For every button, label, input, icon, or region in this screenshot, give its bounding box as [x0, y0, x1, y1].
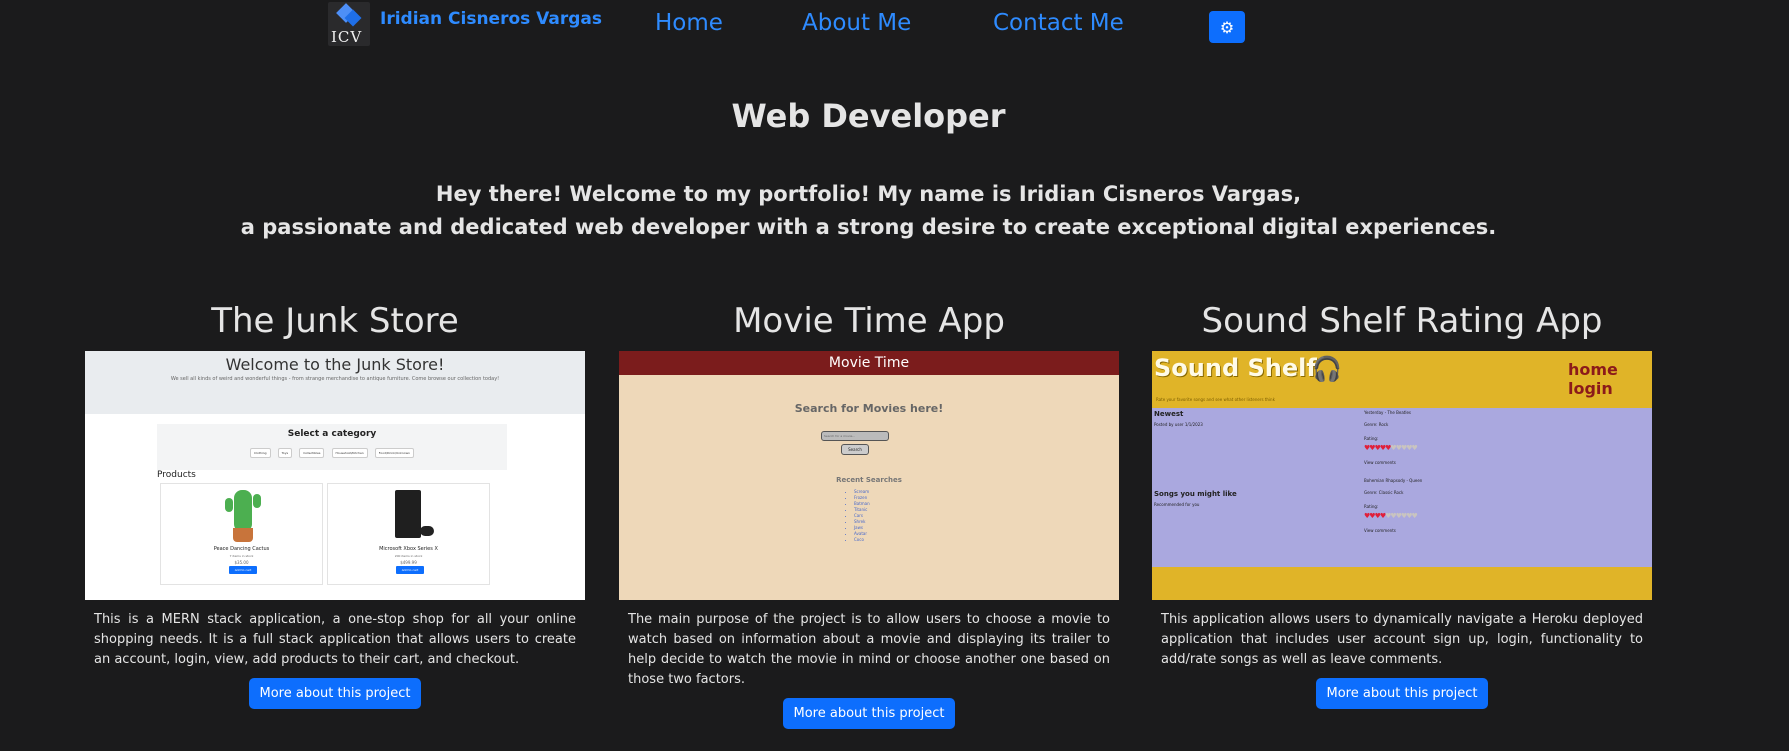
screenshot-top-text: Rate your favorite songs and see what ot…	[1156, 397, 1275, 402]
intro-line-1: Hey there! Welcome to my portfolio! My n…	[435, 182, 1302, 206]
add-to-cart-button: Add to cart	[396, 566, 424, 574]
screenshot-left-heading: Songs you might like	[1154, 490, 1237, 498]
page-title: Web Developer	[731, 97, 1006, 135]
product-stock: 200 items in stock	[394, 554, 423, 558]
song-comments-link: View comments	[1364, 528, 1396, 533]
project-title: The Junk Store	[211, 301, 459, 341]
screenshot-subheading: We sell all kinds of weird and wonderful…	[170, 376, 500, 382]
cactus-image-arm	[253, 494, 261, 508]
cactus-image	[225, 498, 233, 512]
screenshot-search-input: Search for a movie...	[821, 431, 889, 441]
screenshot-left-heading: Newest	[1154, 410, 1184, 418]
screenshot-search-title: Search for Movies here!	[794, 402, 944, 415]
screenshot-left-line: Recommended for you	[1154, 502, 1200, 507]
product-name: Peace Dancing Cactus	[213, 546, 270, 552]
xbox-image	[395, 490, 421, 538]
controller-image	[420, 526, 434, 536]
category-panel: Select a category Clothing Toys Collecti…	[157, 424, 507, 470]
category-chip: Collectibles	[299, 448, 325, 458]
screenshot-logo: Sound Shelf	[1154, 354, 1317, 382]
product-name: Microsoft Xbox Series X	[379, 546, 438, 552]
nav-link-home[interactable]: Home	[655, 10, 723, 36]
more-about-project-button[interactable]: More about this project	[782, 698, 956, 729]
screenshot-left-line: Posted by user 1/1/2023	[1154, 422, 1203, 427]
cactus-pot	[233, 528, 253, 542]
product-price: $35.00	[234, 560, 249, 565]
headphones-icon: 🎧	[1312, 355, 1342, 383]
nav-link-about-me[interactable]: About Me	[802, 10, 911, 36]
category-chip: Household/Kitchen	[331, 448, 368, 458]
theme-toggle-button[interactable]: ⚙	[1209, 11, 1245, 43]
song-title: Yesterday - The Beatles	[1364, 410, 1411, 415]
rating-hearts-icon: ♥♥♥♥♥♥♥♥♥♥	[1364, 444, 1418, 452]
intro-text: Hey there! Welcome to my portfolio! My n…	[0, 178, 1737, 244]
song-rating-label: Rating:	[1364, 436, 1379, 441]
list-item: Coco	[854, 537, 870, 543]
project-description: The main purpose of the project is to al…	[628, 612, 1110, 687]
screenshot-recent-list: Scream Frozen Batman Titanic Cars Shrek …	[854, 489, 870, 543]
project-screenshot[interactable]: Movie Time Search for Movies here! Searc…	[619, 351, 1119, 600]
nav-link-contact-me[interactable]: Contact Me	[993, 10, 1124, 36]
song-comments-link: View comments	[1364, 460, 1396, 465]
project-description: This application allows users to dynamic…	[1161, 612, 1643, 667]
screenshot-nav: home login	[1568, 360, 1618, 398]
category-chip: Toys	[277, 448, 293, 458]
song-genre: Genre: Rock	[1364, 422, 1389, 427]
products-label: Products	[157, 470, 196, 480]
rating-hearts-icon: ♥♥♥♥♥♥♥♥♥♥	[1364, 512, 1418, 520]
project-screenshot[interactable]: Sound Shelf 🎧 home login Rate your favor…	[1152, 351, 1652, 600]
screenshot-header: Welcome to the Junk Store! We sell all k…	[85, 351, 585, 414]
screenshot-search-button: Search	[841, 444, 869, 455]
heart-icon: ♥	[1411, 512, 1418, 520]
navbar: ICV Iridian Cisneros Vargas Home About M…	[0, 0, 1789, 52]
song-rating-label: Rating:	[1364, 504, 1379, 509]
project-title: Movie Time App	[733, 301, 1005, 341]
project-card-movie-time: Movie Time App Movie Time Search for Mov…	[619, 297, 1119, 729]
more-about-project-button[interactable]: More about this project	[1315, 678, 1489, 709]
logo[interactable]: ICV	[328, 2, 370, 46]
product-card: Peace Dancing Cactus 7 items in stock $3…	[160, 483, 323, 585]
project-title: Sound Shelf Rating App	[1201, 301, 1603, 341]
project-card-sound-shelf: Sound Shelf Rating App Sound Shelf 🎧 hom…	[1152, 297, 1652, 709]
category-chip: Food/Drink/Unknown	[374, 448, 414, 458]
cactus-image-body	[234, 490, 252, 532]
project-card-junk-store: The Junk Store Welcome to the Junk Store…	[85, 297, 585, 709]
heart-icon: ♥	[1411, 444, 1418, 452]
intro-line-2: a passionate and dedicated web developer…	[240, 215, 1497, 239]
logo-letters: ICV	[331, 28, 363, 46]
screenshot-content-panel: Newest Posted by user 1/1/2023 Songs you…	[1152, 408, 1652, 567]
add-to-cart-button: Add to cart	[229, 566, 257, 574]
screenshot-app-bar: Movie Time	[619, 351, 1119, 375]
product-stock: 7 items in stock	[229, 554, 254, 558]
category-chip: Clothing	[250, 448, 271, 458]
project-screenshot[interactable]: Welcome to the Junk Store! We sell all k…	[85, 351, 585, 600]
product-price: $499.99	[400, 560, 417, 565]
screenshot-heading: Welcome to the Junk Store!	[225, 355, 445, 374]
category-title: Select a category	[287, 429, 377, 439]
project-description: This is a MERN stack application, a one-…	[94, 612, 576, 667]
gear-icon: ⚙	[1219, 17, 1235, 37]
more-about-project-button[interactable]: More about this project	[248, 678, 422, 709]
brand-name[interactable]: Iridian Cisneros Vargas	[380, 9, 602, 29]
screenshot-recent-title: Recent Searches	[836, 476, 902, 484]
song-title: Bohemian Rhapsody - Queen	[1364, 478, 1423, 483]
song-genre: Genre: Classic Rock	[1364, 490, 1404, 495]
product-card: Microsoft Xbox Series X 200 items in sto…	[327, 483, 490, 585]
